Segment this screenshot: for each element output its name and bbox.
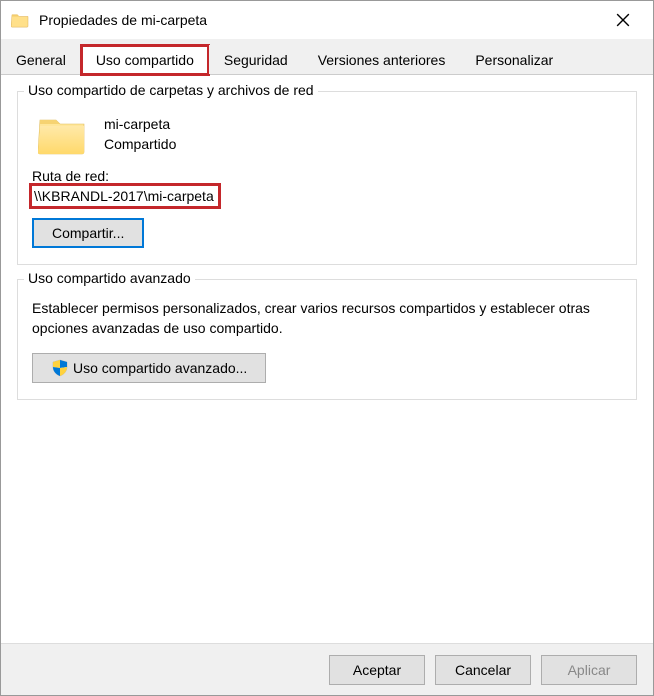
- folder-status: Compartido: [104, 135, 176, 155]
- apply-button[interactable]: Aplicar: [541, 655, 637, 685]
- tab-general[interactable]: General: [1, 45, 81, 74]
- ok-button[interactable]: Aceptar: [329, 655, 425, 685]
- tab-strip: General Uso compartido Seguridad Version…: [1, 39, 653, 75]
- window-title: Propiedades de mi-carpeta: [39, 12, 601, 28]
- advanced-sharing-button-label: Uso compartido avanzado...: [73, 360, 247, 376]
- cancel-button[interactable]: Cancelar: [435, 655, 531, 685]
- titlebar: Propiedades de mi-carpeta: [1, 1, 653, 39]
- content-area: Uso compartido de carpetas y archivos de…: [1, 75, 653, 430]
- folder-name: mi-carpeta: [104, 115, 176, 135]
- folder-info-text: mi-carpeta Compartido: [104, 115, 176, 154]
- network-path-value[interactable]: \\KBRANDL-2017\mi-carpeta: [32, 186, 218, 206]
- advanced-sharing-description: Establecer permisos personalizados, crea…: [32, 298, 622, 339]
- folder-info-row: mi-carpeta Compartido: [32, 114, 622, 156]
- share-button[interactable]: Compartir...: [32, 218, 144, 248]
- network-sharing-title: Uso compartido de carpetas y archivos de…: [24, 82, 318, 98]
- tab-sharing[interactable]: Uso compartido: [81, 45, 209, 75]
- tab-security[interactable]: Seguridad: [209, 45, 303, 74]
- tab-customize[interactable]: Personalizar: [460, 45, 568, 74]
- close-button[interactable]: [601, 5, 645, 35]
- shield-icon: [51, 359, 69, 377]
- advanced-sharing-button[interactable]: Uso compartido avanzado...: [32, 353, 266, 383]
- folder-icon-large: [38, 114, 86, 156]
- network-sharing-group: Uso compartido de carpetas y archivos de…: [17, 91, 637, 265]
- advanced-sharing-group: Uso compartido avanzado Establecer permi…: [17, 279, 637, 400]
- dialog-footer: Aceptar Cancelar Aplicar: [1, 643, 653, 695]
- advanced-sharing-title: Uso compartido avanzado: [24, 270, 195, 286]
- tab-previous-versions[interactable]: Versiones anteriores: [303, 45, 461, 74]
- folder-icon: [11, 12, 29, 28]
- network-path-label: Ruta de red:: [32, 168, 622, 184]
